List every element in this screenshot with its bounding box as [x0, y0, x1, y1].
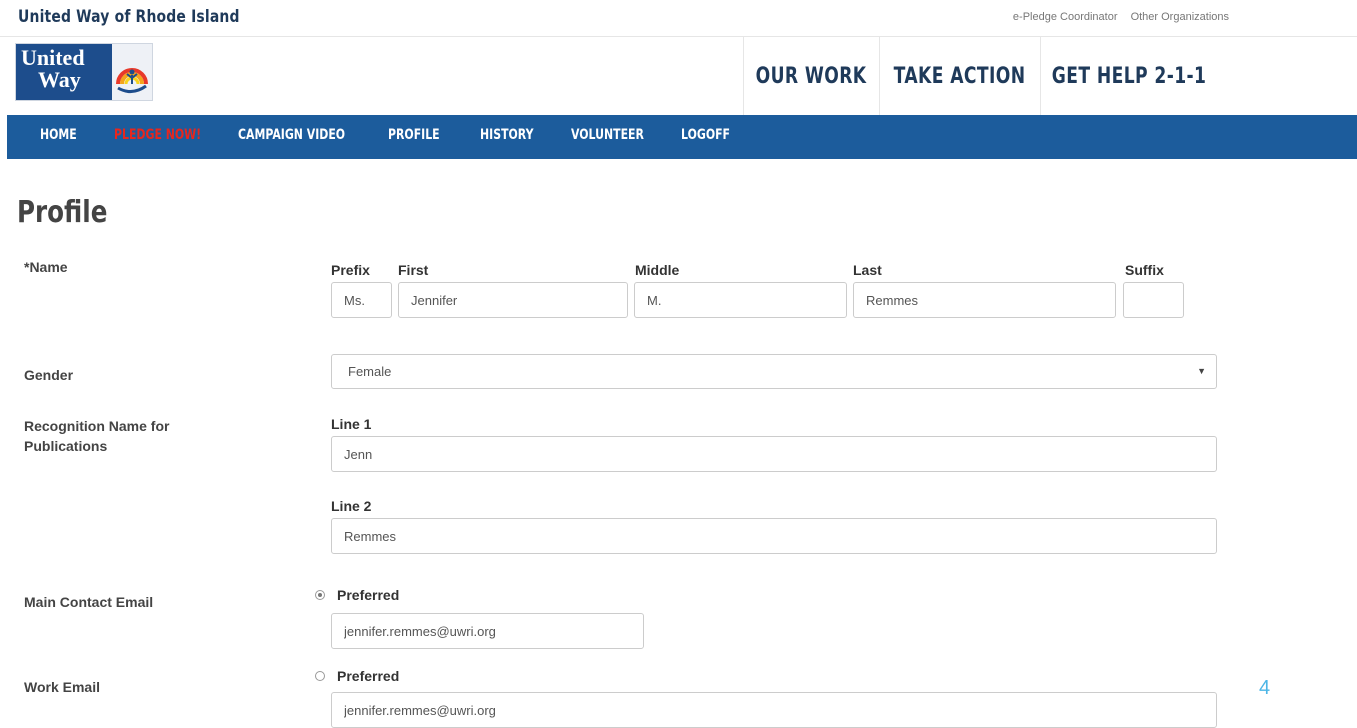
nav-get-help[interactable]: GET HELP 2-1-1: [1040, 37, 1217, 115]
page-title: Profile: [17, 195, 108, 230]
nav-take-action[interactable]: TAKE ACTION: [879, 37, 1040, 115]
first-name-label: First: [398, 262, 429, 278]
recognition-line1-input[interactable]: [331, 436, 1217, 472]
middle-name-input[interactable]: [634, 282, 847, 318]
main-email-label: Main Contact Email: [24, 594, 154, 610]
nav-campaign-video[interactable]: CAMPAIGN VIDEO: [238, 127, 345, 143]
work-email-preferred[interactable]: Preferred: [315, 668, 399, 684]
e-pledge-coordinator-link[interactable]: e-Pledge Coordinator: [1013, 11, 1118, 23]
recognition-line1-label: Line 1: [331, 416, 372, 432]
top-bar: United Way of Rhode Island e-Pledge Coor…: [0, 0, 1357, 37]
slide-number: 4: [1259, 677, 1271, 699]
nav-pledge-now[interactable]: PLEDGE NOW!: [114, 127, 201, 143]
nav-logoff[interactable]: LOGOFF: [681, 127, 730, 143]
work-email-label: Work Email: [24, 679, 100, 695]
recognition-line2-label: Line 2: [331, 498, 372, 514]
suffix-input[interactable]: [1123, 282, 1184, 318]
suffix-label: Suffix: [1125, 262, 1164, 278]
other-organizations-link[interactable]: Other Organizations: [1131, 11, 1229, 23]
site-header: United Way OUR WORK TAKE ACTION GET HELP…: [0, 37, 1357, 115]
name-label: *Name: [24, 259, 68, 275]
nav-volunteer[interactable]: VOLUNTEER: [571, 127, 644, 143]
logo-wordmark: United Way: [16, 44, 112, 100]
middle-name-label: Middle: [635, 262, 680, 278]
dropdown-arrow-icon: ▼: [1197, 366, 1206, 376]
top-links: e-Pledge Coordinator Other Organizations: [1003, 11, 1229, 23]
nav-home[interactable]: HOME: [40, 127, 77, 143]
main-email-preferred[interactable]: Preferred: [315, 587, 399, 603]
main-email-preferred-radio[interactable]: [315, 590, 325, 600]
last-name-input[interactable]: [853, 282, 1116, 318]
gender-select[interactable]: Female ▼: [331, 354, 1217, 389]
gender-selected-value: Female: [348, 364, 392, 379]
nav-our-work[interactable]: OUR WORK: [743, 37, 879, 115]
first-name-input[interactable]: [398, 282, 628, 318]
united-way-logo[interactable]: United Way: [15, 43, 153, 101]
recognition-label: Recognition Name for Publications: [24, 418, 170, 454]
nav-profile[interactable]: PROFILE: [388, 127, 440, 143]
prefix-input[interactable]: [331, 282, 392, 318]
last-name-label: Last: [853, 262, 882, 278]
main-nav-bar: HOME PLEDGE NOW! CAMPAIGN VIDEO PROFILE …: [7, 115, 1357, 159]
org-title: United Way of Rhode Island: [18, 7, 240, 27]
main-email-input[interactable]: [331, 613, 644, 649]
work-email-preferred-radio[interactable]: [315, 671, 325, 681]
nav-history[interactable]: HISTORY: [480, 127, 534, 143]
gender-label: Gender: [24, 367, 74, 383]
recognition-line2-input[interactable]: [331, 518, 1217, 554]
prefix-label: Prefix: [331, 262, 370, 278]
logo-rainbow-hand-icon: [112, 44, 152, 100]
